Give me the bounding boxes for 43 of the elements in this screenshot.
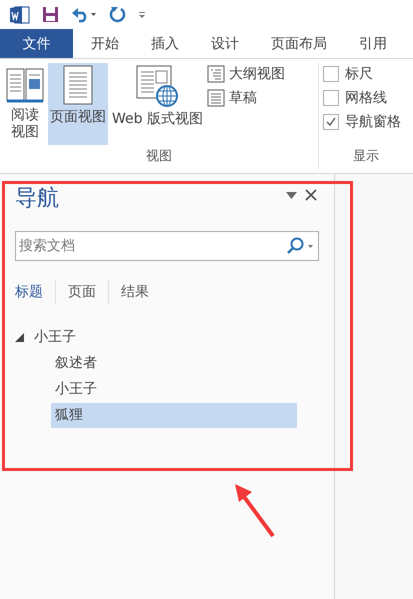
group-label: 显示: [352, 148, 380, 166]
heading-item[interactable]: 狐狸: [51, 402, 297, 428]
save-icon[interactable]: [42, 6, 59, 23]
checkbox[interactable]: [323, 114, 339, 130]
ribbon-tab[interactable]: 设计: [196, 29, 254, 58]
draft-icon: [206, 89, 225, 107]
pane-title: 导航: [15, 185, 59, 213]
page-icon: [63, 65, 93, 105]
heading-item[interactable]: 小王子: [51, 376, 297, 402]
ribbon-tab[interactable]: 引用: [344, 29, 402, 58]
pane-tab[interactable]: 标题: [15, 280, 55, 304]
heading-item[interactable]: 叙述者: [51, 350, 297, 376]
ribbon-tab[interactable]: 页面布局: [256, 29, 342, 58]
pane-tab[interactable]: 结果: [108, 280, 161, 304]
view-button[interactable]: 草稿: [206, 89, 285, 107]
ribbon-tab[interactable]: 开始: [76, 29, 134, 58]
check-icon: [325, 116, 337, 128]
checkbox-label: 标尺: [345, 65, 373, 83]
checkbox[interactable]: [323, 66, 339, 82]
view-button[interactable]: 阅读 视图: [4, 63, 46, 145]
heading-item[interactable]: 小王子: [30, 324, 80, 350]
redo-icon[interactable]: [109, 6, 126, 23]
undo-icon[interactable]: [71, 6, 97, 22]
outline-icon: [206, 65, 225, 83]
file-tab[interactable]: 文件: [0, 29, 73, 58]
customize-caret-icon[interactable]: [138, 10, 146, 18]
web-page-icon: [136, 65, 178, 107]
word-logo-icon[interactable]: [10, 4, 30, 24]
view-button[interactable]: Web 版式视图: [110, 63, 205, 145]
checkbox-label: 导航窗格: [345, 113, 401, 131]
view-button[interactable]: 页面视图: [48, 63, 108, 145]
search-field[interactable]: 搜索文档: [19, 238, 286, 254]
ribbon-tab[interactable]: 插入: [136, 29, 194, 58]
view-button[interactable]: 大纲视图: [206, 65, 285, 83]
checkbox-label: 网格线: [345, 89, 387, 107]
search-icon[interactable]: [286, 237, 314, 255]
pane-tab[interactable]: 页面: [55, 280, 108, 304]
expand-triangle-icon[interactable]: [15, 332, 24, 342]
search-bar[interactable]: 搜索文档: [15, 231, 319, 261]
checkbox[interactable]: [323, 90, 339, 106]
group-label: 视图: [145, 148, 173, 166]
close-icon[interactable]: [305, 189, 317, 201]
dropdown-caret-icon[interactable]: [286, 192, 297, 198]
